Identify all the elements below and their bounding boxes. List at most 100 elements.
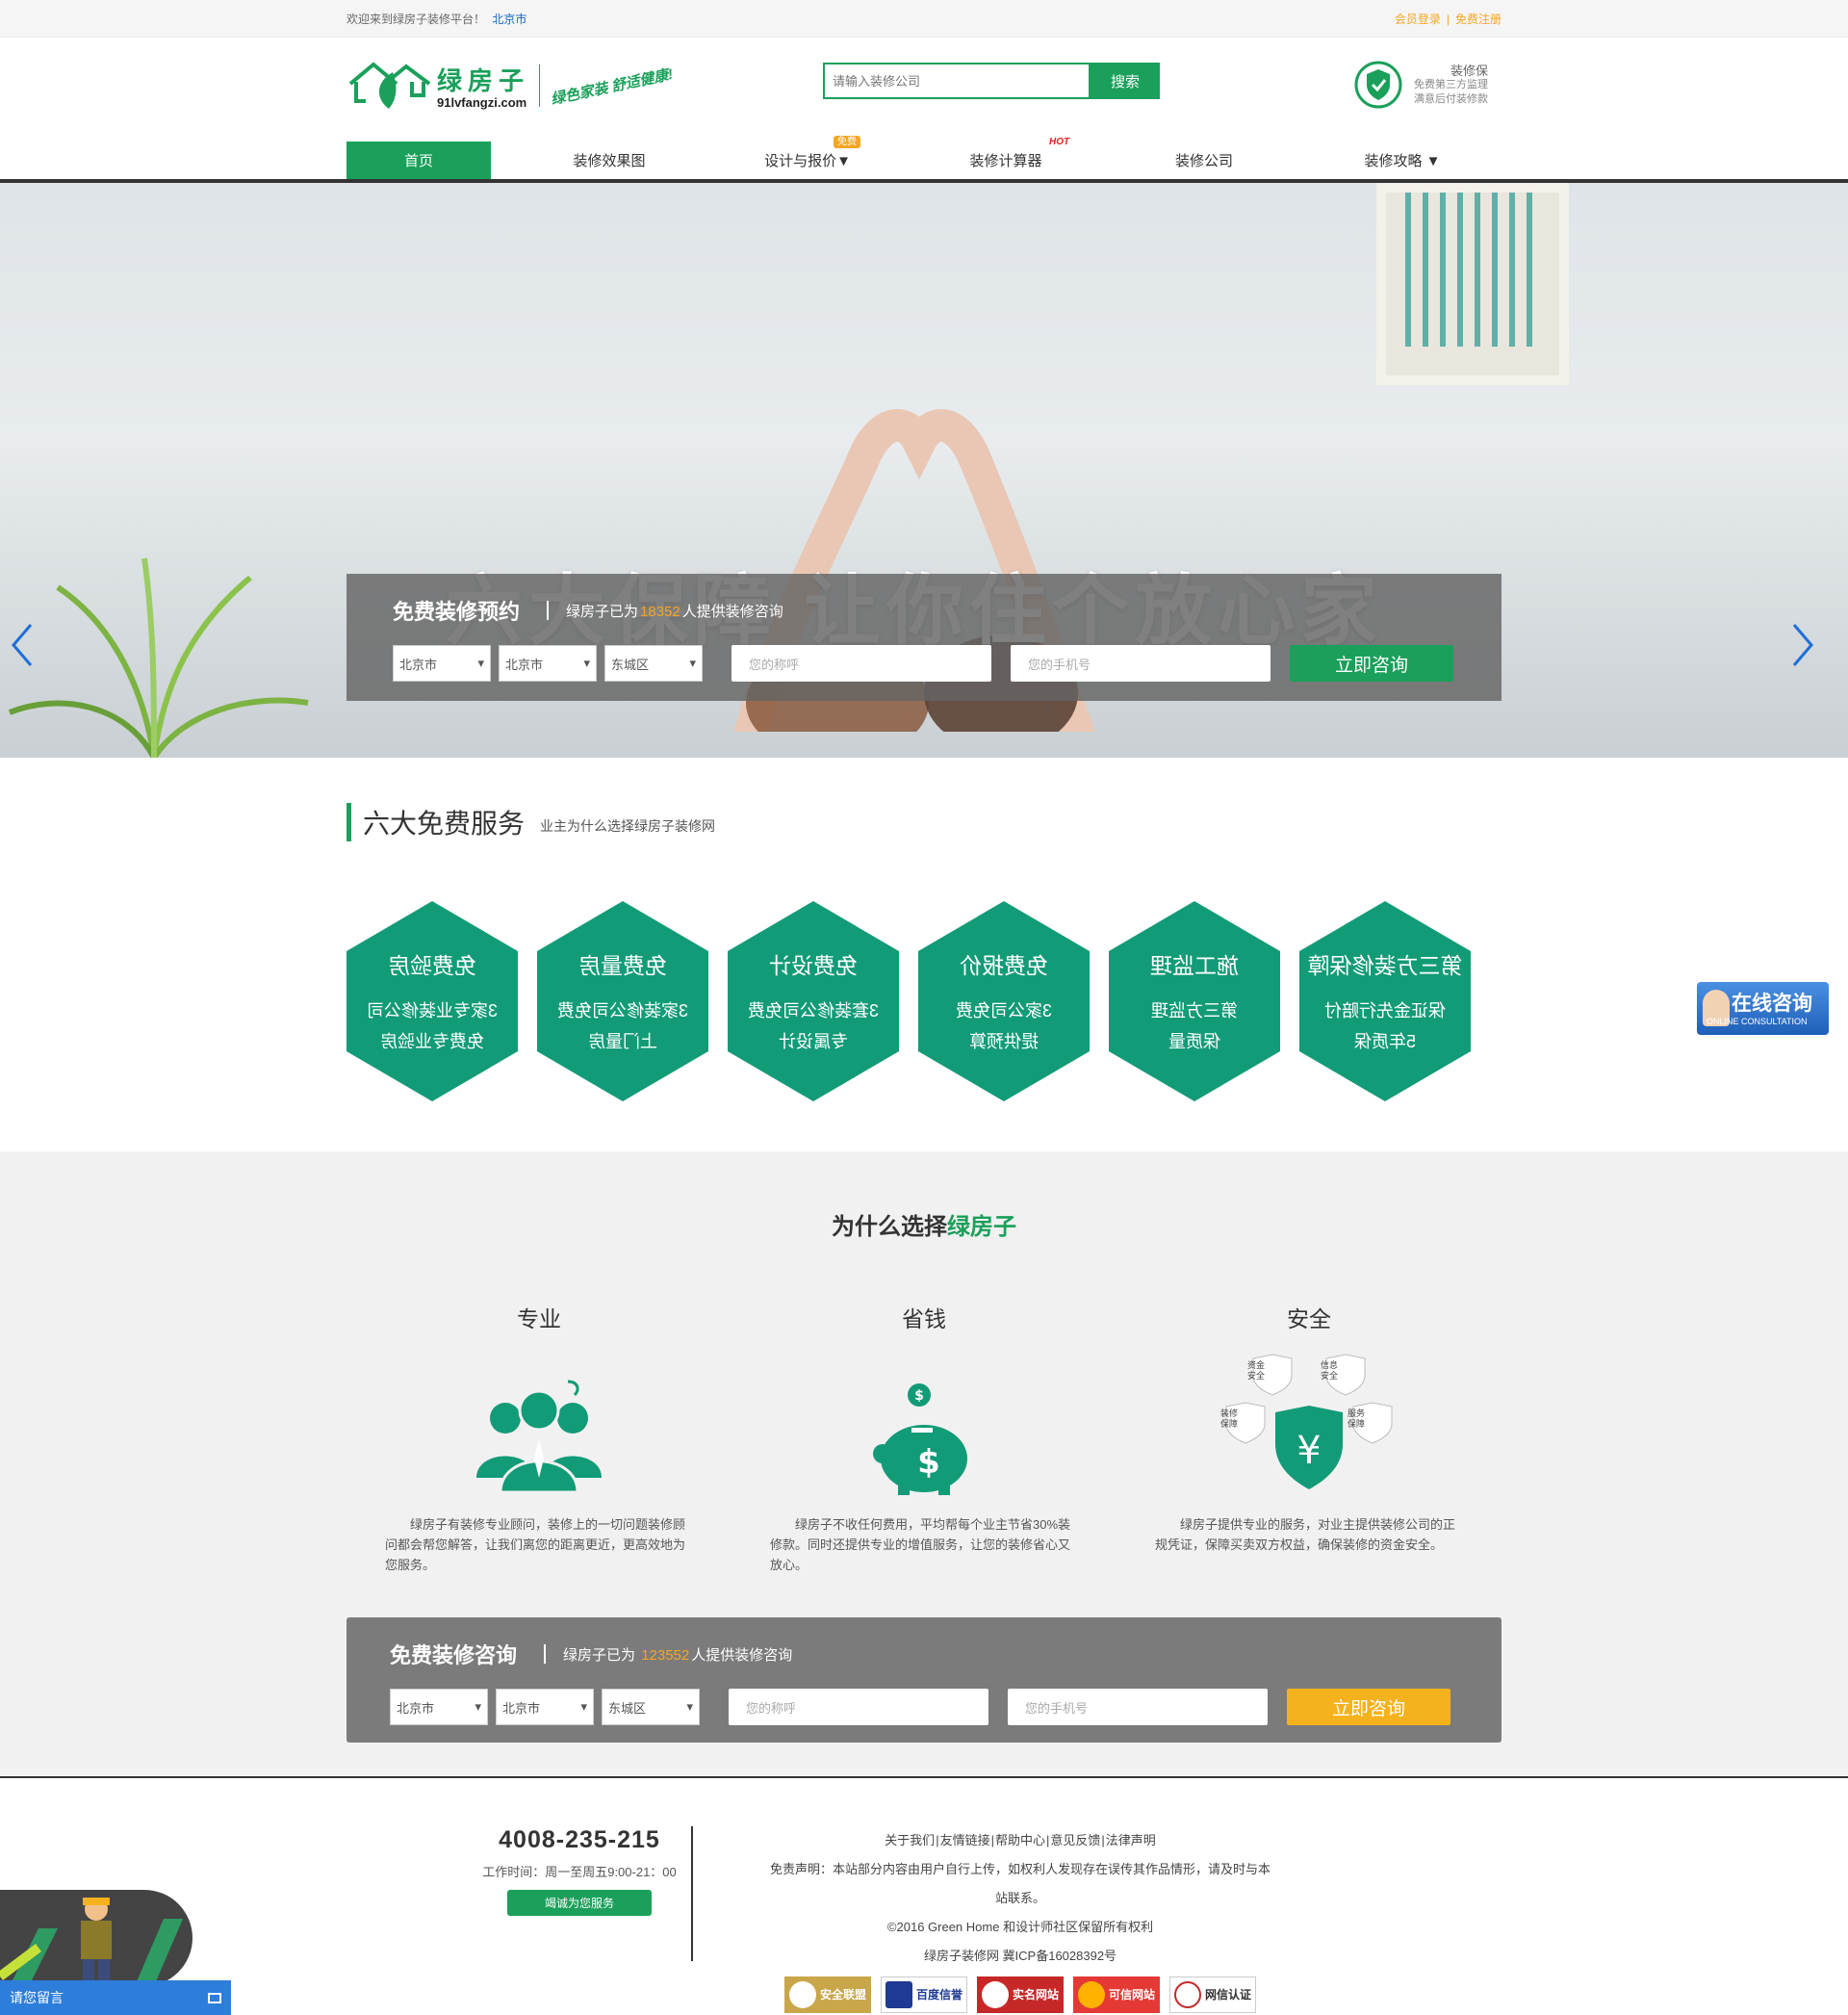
service-card[interactable]: 免费验房 3家专业装修公司 免费专业验房: [346, 901, 518, 1101]
dropdown-arrow-icon: ▾: [686, 1699, 693, 1714]
shield-label-service: 服务保障: [1347, 1408, 1365, 1429]
services-list: 免费验房 3家专业装修公司 免费专业验房 免费量房 3家装修公司免费 上门量房 免费设计…: [346, 901, 1471, 1101]
chevron-right-icon[interactable]: [1788, 621, 1817, 669]
seal-icon: [1174, 1981, 1202, 2008]
name-input[interactable]: 您的称呼: [732, 645, 991, 682]
footer-link-feedback[interactable]: 意见反馈: [1050, 1833, 1100, 1847]
guarantee-title: 装修保: [1450, 63, 1488, 78]
footer-links: 关于我们|友情链接|帮助中心|意见反馈|法律声明: [885, 1833, 1156, 1847]
login-link[interactable]: 会员登录: [1395, 13, 1441, 26]
svg-text:$: $: [914, 1388, 924, 1404]
district-select[interactable]: 东城区 ▾: [602, 1689, 700, 1725]
why-safety: 安全 ¥ 资金安全 信息安全 装修保障 服务保障 绿房子提供专业的服务，对业主提…: [1155, 1301, 1463, 1555]
icp-record: 绿房子装修网 冀ICP备16028392号: [923, 1949, 1117, 1963]
consult-title: 免费装修咨询: [390, 1643, 518, 1667]
booking-count: 18352: [640, 603, 680, 620]
shield-label-fund: 资金安全: [1246, 1360, 1265, 1381]
shield-label-decor: 装修保障: [1219, 1408, 1238, 1429]
register-link[interactable]: 免费注册: [1455, 13, 1502, 26]
booking-desc: 绿房子已为 18352 人提供装修咨询: [566, 603, 783, 620]
badge-baidu-credit[interactable]: 百度信誉: [880, 1976, 967, 2013]
city-select[interactable]: 北京市 ▾: [496, 1689, 594, 1725]
copyright: ©2016 Green Home 和设计师社区保留所有权利: [886, 1920, 1154, 1934]
service-card[interactable]: 免费报价 3家公司免费 提供预算: [918, 901, 1090, 1101]
search-box: 搜索: [823, 63, 1160, 99]
footer: 4008-235-215 工作时间：周一至周五9:00-21：00 竭诚为您服务…: [0, 1778, 1848, 2013]
hero-banner: 六大保障 让你住个放心家 免费装修预约 绿房子已为18352人提供装修咨询 北京…: [0, 183, 1848, 758]
nav-design-quote[interactable]: 设计与报价▼ 免费: [708, 136, 907, 179]
nav-guides[interactable]: 装修攻略 ▼: [1303, 142, 1502, 179]
nav-home[interactable]: 首页: [346, 142, 491, 179]
province-select[interactable]: 北京市 ▾: [390, 1689, 488, 1725]
booking-title: 免费装修预约: [393, 600, 521, 624]
guarantee-line-1: 免费第三方监理: [1414, 78, 1488, 90]
logo-slogan: 绿色家装 舒适健康!: [549, 65, 675, 108]
city-select[interactable]: 北京市 ▾: [499, 645, 597, 682]
site-logo[interactable]: 绿房子 91lvfangzi.com 绿色家装 舒适健康!: [346, 61, 675, 111]
serve-button[interactable]: 竭诚为您服务: [507, 1890, 652, 1916]
chevron-left-icon[interactable]: [8, 621, 37, 669]
badge-security-alliance[interactable]: 安全联盟: [783, 1976, 871, 2013]
work-hours: 工作时间：周一至周五9:00-21：00: [482, 1865, 677, 1879]
nav-calculator[interactable]: 装修计算器 HOT: [907, 137, 1105, 179]
district-select[interactable]: 东城区 ▾: [604, 645, 703, 682]
badge-real-name[interactable]: 实名网站: [976, 1976, 1064, 2013]
dropdown-arrow-icon: ▾: [475, 1699, 481, 1714]
search-input[interactable]: [823, 63, 1091, 99]
why-professional: 专业 绿房子有装修专业顾问，装修上的一切问题装修顾问都会帮您解答，让我们离您的距…: [385, 1301, 693, 1575]
header: 绿房子 91lvfangzi.com 绿色家装 舒适健康! 搜索 装修保 免费第…: [0, 38, 1848, 142]
worker-mascot[interactable]: [0, 1890, 192, 1986]
badge-trusted-site[interactable]: 可信网站: [1073, 1976, 1161, 2013]
consult-desc: 绿房子已为 123552 人提供装修咨询: [563, 1646, 793, 1664]
hot-badge: HOT: [1049, 137, 1070, 147]
shield-check-icon: [1354, 61, 1402, 109]
nav-gallery[interactable]: 装修效果图: [510, 142, 708, 179]
service-card[interactable]: 免费设计 3套装修公司免费 专属设计: [728, 901, 899, 1101]
phone-input[interactable]: 您的手机号: [1008, 1689, 1268, 1725]
svg-text:¥: ¥: [1296, 1429, 1321, 1473]
shield-icon: ¥ 资金安全 信息安全 装修保障 服务保障: [1155, 1353, 1463, 1497]
maximize-icon[interactable]: [208, 1992, 221, 2003]
footer-link-help[interactable]: 帮助中心: [995, 1833, 1045, 1847]
free-badge: 免费: [834, 136, 860, 148]
name-input[interactable]: 您的称呼: [729, 1689, 988, 1725]
logo-divider: [539, 65, 541, 107]
seal-icon: [1078, 1981, 1105, 2008]
dropdown-arrow-icon: ▾: [689, 656, 696, 670]
worker-icon: [0, 1898, 183, 1986]
badge-net-cert[interactable]: 网信认证: [1169, 1976, 1257, 2013]
province-select[interactable]: 北京市 ▾: [393, 645, 491, 682]
house-leaf-icon: [346, 61, 433, 111]
welcome-text: 欢迎来到绿房子装修平台！: [346, 13, 486, 26]
why-title: 为什么选择绿房子: [832, 1214, 1016, 1240]
service-card[interactable]: 施工监理 第三方监理 保质量: [1109, 901, 1280, 1101]
logo-domain: 91lvfangzi.com: [437, 95, 527, 110]
footer-link-friends[interactable]: 友情链接: [940, 1833, 990, 1847]
consult-submit-button[interactable]: 立即咨询: [1287, 1689, 1450, 1725]
seal-icon: [981, 1981, 1009, 2008]
account-links: 会员登录 | 免费注册: [1394, 13, 1502, 26]
guarantee-line-2: 满意后付装修款: [1414, 92, 1488, 105]
booking-submit-button[interactable]: 立即咨询: [1290, 645, 1453, 682]
booking-panel: 免费装修预约 绿房子已为 18352 人提供装修咨询 北京市 ▾ 北京市 ▾ 东城区 ▾ …: [346, 574, 1502, 701]
footer-link-about[interactable]: 关于我们: [885, 1833, 935, 1847]
phone-input[interactable]: 您的手机号: [1011, 645, 1270, 682]
nav-companies[interactable]: 装修公司: [1105, 142, 1303, 179]
services-subtitle: 业主为什么选择绿房子装修网: [540, 818, 716, 834]
main-nav: 首页 装修效果图 设计与报价▼ 免费 装修计算器 HOT 装修公司 装修攻略 ▼: [0, 136, 1848, 183]
consult-panel: 免费装修咨询 绿房子已为 123552 人提供装修咨询 北京市 ▾ 北京市 ▾ 东城区…: [346, 1617, 1502, 1743]
search-button[interactable]: 搜索: [1091, 63, 1160, 99]
top-bar: 欢迎来到绿房子装修平台！ 北京市 会员登录 | 免费注册: [0, 0, 1848, 38]
leave-message-bar[interactable]: 请您留言: [0, 1980, 231, 2015]
v-icon: [788, 1981, 816, 2008]
footer-link-legal[interactable]: 法律声明: [1106, 1833, 1156, 1847]
consult-count: 123552: [641, 1646, 690, 1664]
service-card[interactable]: 免费量房 3家装修公司免费 上门量房: [537, 901, 708, 1101]
service-card[interactable]: 第三方装修保障 保证金先行赔付 5年质保: [1299, 901, 1471, 1101]
city-link[interactable]: 北京市: [492, 13, 526, 26]
services-section: 六大免费服务 业主为什么选择绿房子装修网 免费验房 3家专业装修公司 免费专业验房 …: [0, 758, 1848, 1151]
trust-badges: 安全联盟 百度信誉 实名网站 可信网站 网信认证: [770, 1976, 1270, 2013]
logo-chinese: 绿房子: [437, 67, 530, 96]
guarantee-block[interactable]: 装修保 免费第三方监理 满意后付装修款: [1354, 61, 1488, 109]
online-consult-widget[interactable]: 在线咨询 ONLINE CONSULTATION: [1697, 982, 1829, 1035]
